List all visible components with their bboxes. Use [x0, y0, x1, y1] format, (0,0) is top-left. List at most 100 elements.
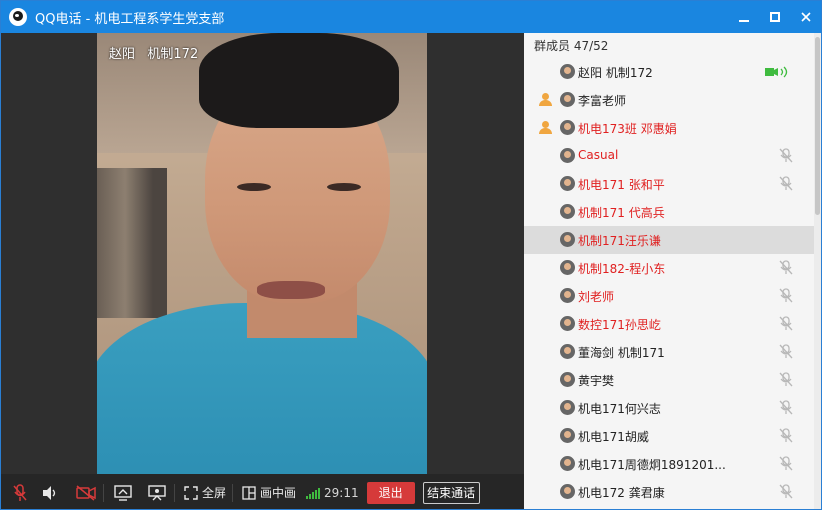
- member-row[interactable]: 机制182-程小东: [524, 254, 814, 282]
- mic-muted-icon: [779, 344, 793, 359]
- admin-icon: [538, 93, 552, 107]
- member-row[interactable]: 刘老师: [524, 282, 814, 310]
- mic-muted-icon: [779, 372, 793, 387]
- avatar: [560, 428, 575, 443]
- avatar: [560, 344, 575, 359]
- scrollbar-thumb[interactable]: [815, 37, 820, 215]
- member-name: Casual: [578, 148, 619, 162]
- toolbar-divider: [174, 483, 175, 502]
- member-row[interactable]: 机制171 代高兵: [524, 198, 814, 226]
- picture-in-picture-button[interactable]: 画中画: [260, 484, 296, 501]
- toolbar-divider: [103, 483, 104, 502]
- mic-muted-icon: [779, 148, 793, 163]
- close-button[interactable]: [790, 1, 821, 33]
- mic-muted-icon: [779, 288, 793, 303]
- member-name: 机制182-程小东: [578, 262, 666, 276]
- video-person-hair: [199, 33, 399, 128]
- member-name: 机电173班 邓惠娟: [578, 122, 677, 136]
- mute-mic-button[interactable]: [9, 483, 31, 503]
- speaker-button[interactable]: [39, 483, 61, 503]
- member-name: 数控171孙思屹: [578, 318, 661, 332]
- speaker-icon: [43, 485, 56, 500]
- screen-share-button[interactable]: [112, 483, 134, 503]
- mic-muted-icon: [779, 260, 793, 275]
- member-row[interactable]: 赵阳 机制172: [524, 58, 814, 86]
- member-row[interactable]: 董海剑 机制171: [524, 338, 814, 366]
- member-row[interactable]: 机电171 张和平: [524, 170, 814, 198]
- camera-active-icon: [765, 66, 788, 78]
- video-person-eye: [327, 183, 361, 191]
- maximize-button[interactable]: [759, 1, 790, 33]
- window-title: QQ电话 - 机电工程系学生党支部: [35, 11, 225, 27]
- member-count-header: 群成员 47/52: [534, 38, 609, 53]
- mic-muted-icon: [779, 456, 793, 471]
- avatar: [560, 120, 575, 135]
- presentation-button[interactable]: [146, 483, 168, 503]
- avatar: [560, 400, 575, 415]
- member-name: 李富老师: [578, 94, 627, 108]
- member-panel: 群成员 47/52 赵阳 机制172 李富老师机电173班 邓惠娟 Casual 机电…: [524, 33, 814, 509]
- call-toolbar: 全屏 画中画 29:11 退出 结束通话: [1, 474, 524, 509]
- avatar: [560, 260, 575, 275]
- exit-button[interactable]: 退出: [366, 481, 415, 504]
- member-name: 董海剑 机制171: [578, 346, 665, 360]
- mic-muted-icon: [779, 176, 793, 191]
- picture-in-picture-icon: [241, 483, 257, 503]
- avatar: [560, 456, 575, 471]
- avatar: [560, 148, 575, 163]
- video-feed[interactable]: [97, 33, 427, 474]
- presentation-icon: [148, 484, 166, 500]
- member-name: 赵阳 机制172: [578, 66, 653, 80]
- member-name: 机电171胡威: [578, 430, 649, 444]
- title-bar[interactable]: QQ电话 - 机电工程系学生党支部: [1, 1, 821, 33]
- member-name: 机电171何兴志: [578, 402, 661, 416]
- member-name: 机电172 龚君康: [578, 486, 665, 500]
- end-call-button[interactable]: 结束通话: [422, 481, 480, 504]
- close-icon: [800, 12, 811, 22]
- admin-icon: [538, 121, 552, 135]
- avatar: [560, 64, 575, 79]
- toolbar-divider: [232, 483, 234, 502]
- member-row[interactable]: 黄宇樊: [524, 366, 814, 394]
- fullscreen-button[interactable]: 全屏: [202, 484, 226, 501]
- member-row[interactable]: 机电172 龚君康: [524, 478, 814, 506]
- mic-muted-icon: [779, 316, 793, 331]
- avatar: [560, 176, 575, 191]
- avatar: [560, 232, 575, 247]
- member-name: 刘老师: [578, 290, 615, 304]
- window-controls: [728, 1, 821, 33]
- member-name: 机制171 代高兵: [578, 206, 665, 220]
- signal-strength-icon: [306, 487, 321, 499]
- fullscreen-icon: [183, 483, 199, 503]
- mic-muted-icon: [13, 483, 27, 501]
- member-row[interactable]: 机制171汪乐谦: [524, 226, 814, 254]
- avatar: [560, 288, 575, 303]
- video-person-mouth: [257, 281, 325, 299]
- member-name: 机电171 张和平: [578, 178, 665, 192]
- member-row[interactable]: 机电171胡威: [524, 422, 814, 450]
- member-row[interactable]: Casual: [524, 142, 814, 170]
- avatar: [560, 484, 575, 499]
- screen-share-icon: [114, 484, 132, 501]
- avatar: [560, 316, 575, 331]
- camera-off-icon: [76, 484, 96, 501]
- member-name: 黄宇樊: [578, 374, 615, 388]
- qq-call-window: QQ电话 - 机电工程系学生党支部 赵阳 机制172 全屏 画中画 29:11 …: [0, 0, 822, 510]
- video-area: 赵阳 机制172: [1, 33, 524, 474]
- camera-toggle-button[interactable]: [75, 483, 97, 503]
- member-row[interactable]: 机电173班 邓惠娟: [524, 114, 814, 142]
- member-row[interactable]: 机电171周德炯1891201...: [524, 450, 814, 478]
- call-timer: 29:11: [324, 485, 359, 500]
- mic-muted-icon: [779, 400, 793, 415]
- member-name: 机电171周德炯1891201...: [578, 458, 726, 472]
- member-row[interactable]: 李富老师: [524, 86, 814, 114]
- mic-muted-icon: [779, 428, 793, 443]
- mic-muted-icon: [779, 484, 793, 499]
- member-name: 机制171汪乐谦: [578, 234, 661, 248]
- caller-name-overlay: 赵阳 机制172: [109, 47, 199, 62]
- avatar: [560, 92, 575, 107]
- member-row[interactable]: 数控171孙思屹: [524, 310, 814, 338]
- minimize-button[interactable]: [728, 1, 759, 33]
- member-row[interactable]: 机电171何兴志: [524, 394, 814, 422]
- avatar: [560, 372, 575, 387]
